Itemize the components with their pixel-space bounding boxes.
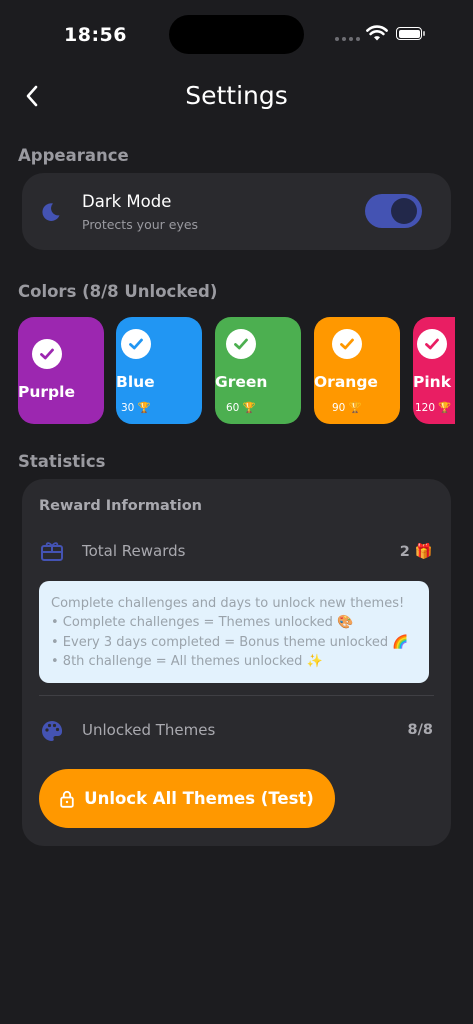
unlock-button-label: Unlock All Themes (Test) — [84, 789, 314, 808]
battery-icon — [396, 27, 425, 40]
color-cost: 90 🏆 — [332, 402, 362, 414]
reward-info-heading: Reward Information — [39, 498, 202, 514]
toggle-knob — [391, 198, 417, 224]
lock-icon — [60, 790, 74, 808]
check-icon — [226, 329, 256, 359]
colors-section-label: Colors (8/8 Unlocked) — [18, 282, 218, 301]
color-tile-pink[interactable]: Pink 120 🏆 — [413, 317, 455, 424]
nav-bar: Settings — [0, 70, 473, 124]
info-line: Complete challenges and days to unlock n… — [51, 596, 405, 611]
unlock-all-themes-button[interactable]: Unlock All Themes (Test) — [39, 769, 335, 828]
color-cost: 60 🏆 — [226, 402, 256, 414]
moon-icon — [42, 203, 60, 221]
divider — [39, 695, 434, 696]
info-line: • 8th challenge = All themes unlocked ✨ — [51, 653, 323, 669]
color-tile-orange[interactable]: Orange 90 🏆 — [314, 317, 400, 424]
color-name: Green — [215, 373, 268, 391]
gift-card-icon — [41, 542, 63, 561]
cellular-signal-icon — [335, 37, 360, 41]
palette-icon — [42, 720, 63, 741]
status-time: 18:56 — [64, 24, 127, 46]
color-cost: 30 🏆 — [121, 402, 151, 414]
check-icon — [121, 329, 151, 359]
dark-mode-subtitle: Protects your eyes — [82, 217, 199, 232]
colors-row: Purple Blue 30 🏆 Green 60 🏆 Orange 90 🏆 … — [18, 317, 455, 425]
status-bar: 18:56 — [0, 0, 473, 60]
color-cost: 120 🏆 — [415, 402, 452, 414]
dynamic-island — [169, 15, 304, 54]
total-rewards-value: 2 🎁 — [399, 544, 433, 560]
color-name: Blue — [116, 373, 155, 391]
dark-mode-toggle[interactable] — [365, 194, 422, 228]
unlocked-themes-value: 8/8 — [407, 722, 433, 738]
dark-mode-title: Dark Mode — [82, 192, 172, 211]
statistics-section-label: Statistics — [18, 452, 106, 471]
color-tile-purple[interactable]: Purple — [18, 317, 104, 424]
info-line: • Complete challenges = Themes unlocked … — [51, 615, 354, 631]
total-rewards-label: Total Rewards — [82, 542, 186, 560]
reward-info-box: Complete challenges and days to unlock n… — [39, 581, 429, 683]
color-name: Orange — [314, 373, 378, 391]
color-tile-blue[interactable]: Blue 30 🏆 — [116, 317, 202, 424]
color-name: Pink — [413, 373, 452, 391]
color-tile-green[interactable]: Green 60 🏆 — [215, 317, 301, 424]
check-icon — [417, 329, 447, 359]
appearance-section-label: Appearance — [18, 146, 129, 165]
color-name: Purple — [18, 383, 75, 401]
info-line: • Every 3 days completed = Bonus theme u… — [51, 634, 409, 650]
dark-mode-card: Dark Mode Protects your eyes — [22, 173, 451, 250]
check-icon — [32, 339, 62, 369]
unlocked-themes-label: Unlocked Themes — [82, 721, 216, 739]
statistics-card: Reward Information Total Rewards 2 🎁 Com… — [22, 479, 451, 846]
wifi-icon — [366, 25, 388, 41]
page-title: Settings — [185, 81, 288, 110]
check-icon — [332, 329, 362, 359]
